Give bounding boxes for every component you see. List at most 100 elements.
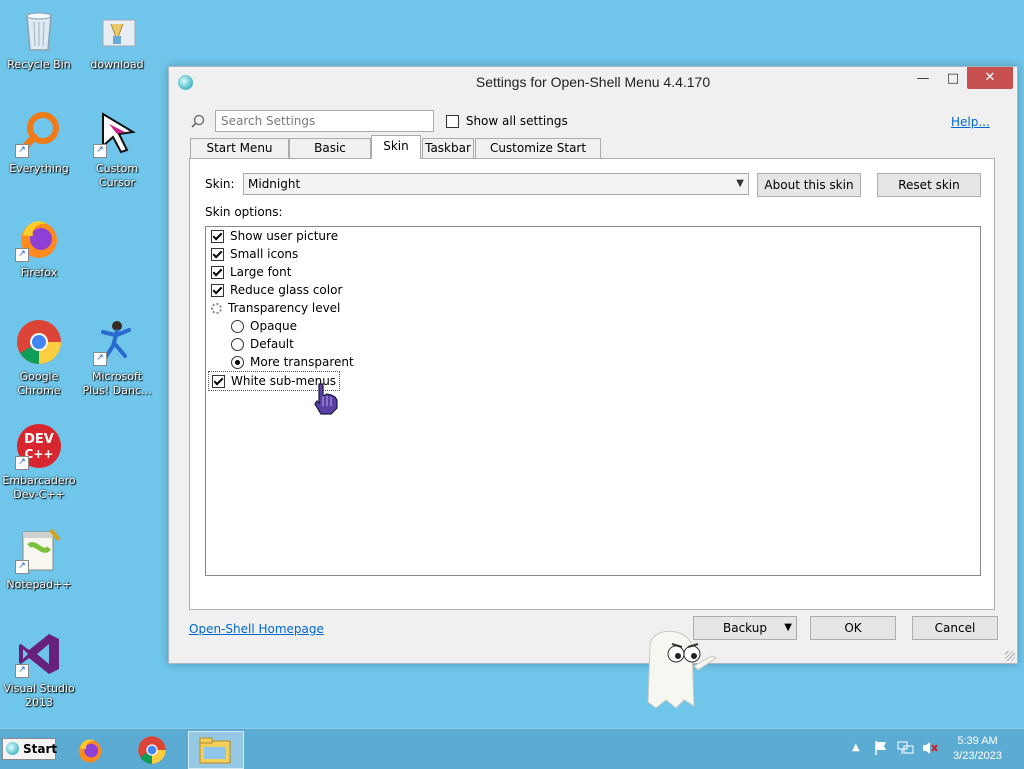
option-label: Opaque <box>250 319 298 333</box>
dev-cpp-icon: DEV C++ ↗ <box>15 422 63 470</box>
desktop-icon-label: Firefox <box>20 266 58 279</box>
tab-skin[interactable]: Skin <box>371 135 421 159</box>
desktop-icon-microsoft-plus-dancer[interactable]: ↗ Microsoft Plus! Danc... <box>79 318 155 398</box>
volume-muted-icon[interactable] <box>921 740 939 759</box>
show-user-picture-checkbox[interactable] <box>211 230 224 243</box>
more-transparent-radio[interactable] <box>231 356 244 369</box>
about-skin-button[interactable]: About this skin <box>757 173 861 197</box>
show-all-settings-check[interactable] <box>446 115 459 128</box>
hand-cursor-icon <box>311 382 341 419</box>
desktop-icon-label: Custom Cursor <box>95 162 139 189</box>
chrome-icon <box>137 735 167 768</box>
firefox-icon: ↗ <box>15 214 63 262</box>
option-label: Transparency level <box>228 301 341 315</box>
show-all-settings-label: Show all settings <box>465 114 568 128</box>
folder-icon <box>199 737 231 768</box>
window-titlebar[interactable]: Settings for Open-Shell Menu 4.4.170 — □… <box>169 67 1017 97</box>
help-link[interactable]: Help... <box>951 115 990 129</box>
list-item[interactable]: Opaque <box>231 317 297 335</box>
firefox-icon <box>75 735 105 768</box>
show-hidden-icons-chevron-icon[interactable]: ▲ <box>852 742 860 753</box>
everything-search-icon: ↗ <box>15 110 63 158</box>
recycle-bin-icon <box>15 6 63 54</box>
list-item[interactable]: Large font <box>211 263 291 281</box>
shortcut-arrow-icon: ↗ <box>15 248 29 262</box>
small-icons-checkbox[interactable] <box>211 248 224 261</box>
large-font-checkbox[interactable] <box>211 266 224 279</box>
caret-down-icon: ▼ <box>784 622 792 633</box>
list-item[interactable]: Show user picture <box>211 227 338 245</box>
list-item[interactable]: Default <box>231 335 294 353</box>
list-item[interactable]: More transparent <box>231 353 354 371</box>
taskbar-file-explorer[interactable] <box>188 731 244 769</box>
tab-customize-start-menu[interactable]: Customize Start Menu <box>475 138 601 174</box>
network-icon[interactable] <box>897 740 915 759</box>
taskbar-firefox[interactable] <box>66 731 114 767</box>
desktop-icon-google-chrome[interactable]: Google Chrome <box>1 318 77 398</box>
action-center-flag-icon[interactable] <box>873 740 889 759</box>
opaque-radio[interactable] <box>231 320 244 333</box>
search-icon <box>191 114 205 131</box>
resize-grip-icon[interactable] <box>1005 651 1015 661</box>
settings-window: Settings for Open-Shell Menu 4.4.170 — □… <box>168 66 1018 664</box>
shortcut-arrow-icon: ↗ <box>15 560 29 574</box>
option-label: Small icons <box>230 247 299 261</box>
open-shell-homepage-link[interactable]: Open-Shell Homepage <box>189 622 324 636</box>
desktop-icon-custom-cursor[interactable]: ↗ Custom Cursor <box>79 110 155 190</box>
shortcut-arrow-icon: ↗ <box>15 144 29 158</box>
tab-start-menu-style[interactable]: Start Menu Style <box>190 138 289 174</box>
reduce-glass-color-checkbox[interactable] <box>211 284 224 297</box>
notepad-plus-plus-icon: ↗ <box>15 526 63 574</box>
download-folder-icon <box>93 6 141 54</box>
chrome-icon <box>15 318 63 366</box>
desktop-icon-recycle-bin[interactable]: Recycle Bin <box>1 6 77 72</box>
skin-dropdown-value: Midnight <box>248 177 301 191</box>
tray-clock[interactable]: 5:39 AM 3/23/2023 <box>953 734 1002 764</box>
desktop-icon-dev-cpp[interactable]: DEV C++ ↗ Embarcadero Dev-C++ <box>1 422 77 502</box>
taskbar: Start ▲ 5:39 AM 3/23/2023 <box>0 728 1024 769</box>
close-button[interactable]: ✕ <box>967 67 1013 89</box>
shortcut-arrow-icon: ↗ <box>93 352 107 366</box>
reset-skin-button[interactable]: Reset skin <box>877 173 981 197</box>
skin-dropdown[interactable]: Midnight ▼ <box>243 173 749 195</box>
desktop-icon-everything[interactable]: ↗ Everything <box>1 110 77 176</box>
shortcut-arrow-icon: ↗ <box>93 144 107 158</box>
window-title: Settings for Open-Shell Menu 4.4.170 <box>475 74 711 90</box>
start-orb-icon <box>6 742 19 755</box>
clock-date: 3/23/2023 <box>953 750 1002 762</box>
desktop-icon-label: Google Chrome <box>17 370 61 397</box>
desktop-icon-notepad-plus-plus[interactable]: ↗ Notepad++ <box>1 526 77 592</box>
clock-time: 5:39 AM <box>957 735 998 747</box>
search-settings-input[interactable]: Search Settings <box>215 110 434 132</box>
desktop-icon-label: Recycle Bin <box>7 58 71 71</box>
show-all-settings-checkbox[interactable]: Show all settings <box>446 114 568 128</box>
desktop-icon-label: Microsoft Plus! Danc... <box>82 370 152 397</box>
skin-label: Skin: <box>205 177 235 191</box>
desktop-icon-label: Everything <box>9 162 69 175</box>
option-label: More transparent <box>250 355 354 369</box>
minimize-button[interactable]: — <box>909 69 937 89</box>
shortcut-arrow-icon: ↗ <box>15 456 29 470</box>
tab-taskbar[interactable]: Taskbar <box>422 138 474 158</box>
default-radio[interactable] <box>231 338 244 351</box>
list-item[interactable]: Reduce glass color <box>211 281 342 299</box>
cancel-button[interactable]: Cancel <box>912 616 998 640</box>
list-item[interactable]: Small icons <box>211 245 298 263</box>
desktop-icon-download[interactable]: download <box>79 6 155 72</box>
desktop-icon-visual-studio[interactable]: ↗ Visual Studio 2013 <box>1 630 77 710</box>
svg-text:DEV: DEV <box>24 432 54 447</box>
ok-button[interactable]: OK <box>810 616 896 640</box>
taskbar-chrome[interactable] <box>128 731 176 767</box>
desktop-icon-firefox[interactable]: ↗ Firefox <box>1 214 77 280</box>
start-button[interactable]: Start <box>2 738 58 760</box>
desktop-icon-label: Notepad++ <box>6 578 72 591</box>
maximize-button[interactable]: □ <box>939 69 967 89</box>
white-sub-menus-checkbox[interactable] <box>212 375 225 388</box>
gear-icon <box>211 303 222 314</box>
backup-button-label: Backup <box>723 621 767 635</box>
option-label: Large font <box>230 265 292 279</box>
chevron-down-icon: ▼ <box>736 178 744 189</box>
start-label: Start <box>23 742 58 756</box>
custom-cursor-icon: ↗ <box>93 110 141 158</box>
tab-basic-settings[interactable]: Basic Settings <box>289 138 371 174</box>
